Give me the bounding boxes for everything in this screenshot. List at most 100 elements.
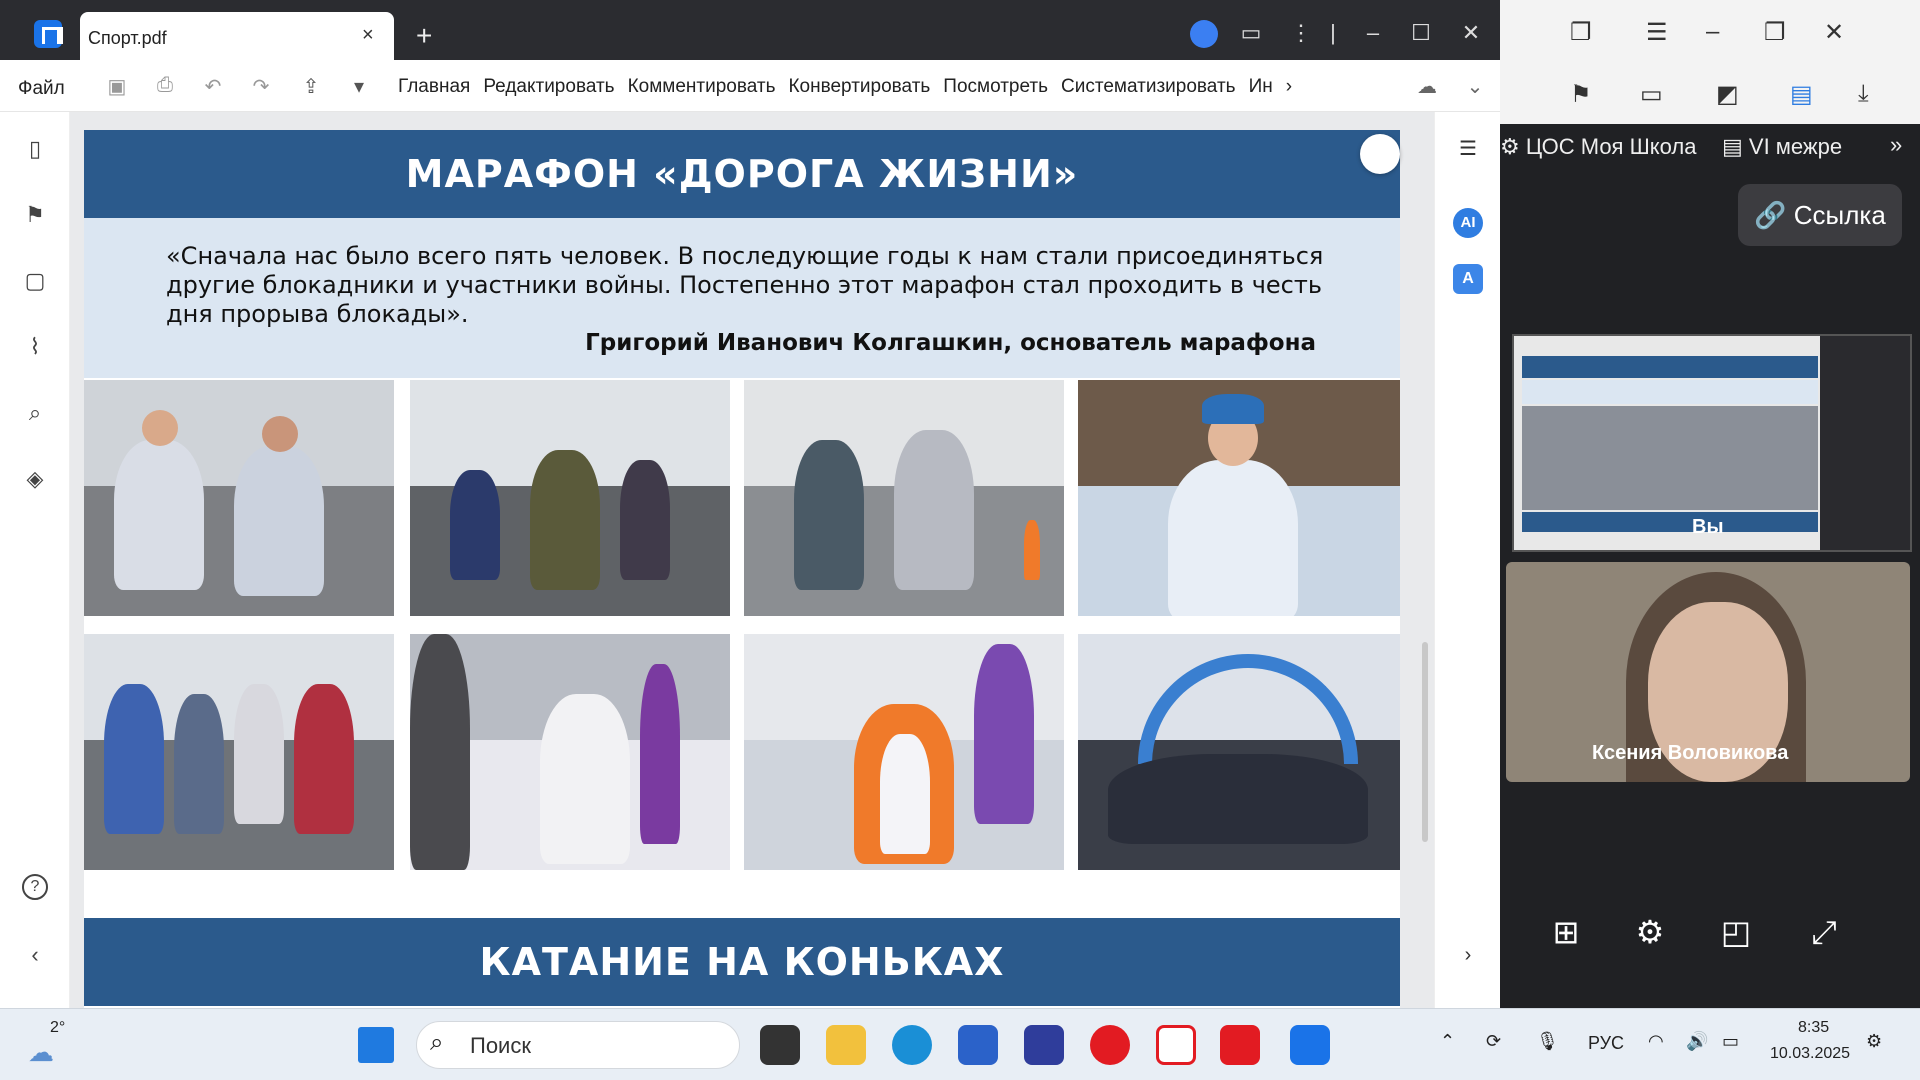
show-hidden-icons[interactable]: ⌃: [1440, 1031, 1455, 1052]
redo-icon[interactable]: ↷: [248, 74, 274, 100]
pdf-reader-taskbar-icon[interactable]: [1290, 1025, 1330, 1065]
menu-edit[interactable]: Редактировать: [483, 76, 614, 98]
clock-time[interactable]: 8:35: [1798, 1019, 1829, 1037]
quick-access-dropdown-icon[interactable]: ▾: [346, 74, 372, 100]
picture-in-picture-icon[interactable]: ◰: [1716, 912, 1756, 952]
app-logo-icon: [34, 20, 63, 48]
collections-icon[interactable]: ❐: [1570, 18, 1592, 47]
start-button-icon[interactable]: [358, 1027, 394, 1063]
share-icon[interactable]: ⇪: [298, 74, 324, 100]
wifi-icon[interactable]: ◠: [1648, 1031, 1664, 1052]
taskbar-search[interactable]: [416, 1021, 740, 1069]
more-options-icon[interactable]: ⋮: [1286, 18, 1316, 48]
pdf-reader-window: Спорт.pdf × + ▭ ⋮ | – ☐ ✕ Файл ▣ ⎙ ↶ ↷ ⇪…: [0, 0, 1500, 1008]
extension-icon[interactable]: ◩: [1716, 80, 1739, 109]
vertical-scrollbar[interactable]: [1422, 642, 1428, 842]
close-window-icon[interactable]: ✕: [1824, 18, 1844, 47]
title-bar: Спорт.pdf × + ▭ ⋮ | – ☐ ✕: [0, 0, 1500, 60]
maximize-icon[interactable]: ☐: [1406, 18, 1436, 48]
participant-name: Ксения Воловикова: [1592, 742, 1789, 764]
minimize-icon[interactable]: –: [1706, 18, 1719, 46]
document-canvas[interactable]: МАРАФОН «ДОРОГА ЖИЗНИ» «Сначала нас было…: [70, 112, 1434, 1008]
file-explorer-icon[interactable]: [826, 1025, 866, 1065]
thumbnails-icon[interactable]: ▯: [22, 136, 48, 162]
left-sidebar: ▯ ⚑ ▢ ⌇ ⌕ ◈ ? ‹: [0, 112, 70, 1008]
download-icon[interactable]: ⤓: [1858, 80, 1869, 108]
undo-icon[interactable]: ↶: [200, 74, 226, 100]
math-app-icon[interactable]: [1024, 1025, 1064, 1065]
menu-icon[interactable]: ☰: [1646, 18, 1668, 47]
bookmark-conference[interactable]: ▤ VI межре: [1722, 134, 1842, 160]
layout-grid-icon[interactable]: ⊞: [1546, 912, 1586, 952]
copy-link-button[interactable]: 🔗 Ссылка: [1738, 184, 1902, 246]
file-menu[interactable]: Файл: [18, 78, 65, 100]
ai-assistant-icon[interactable]: AI: [1453, 208, 1483, 238]
fullscreen-icon[interactable]: ⤢: [1804, 912, 1844, 952]
collapse-left-icon[interactable]: ‹: [22, 942, 48, 968]
battery-icon[interactable]: ▭: [1722, 1031, 1739, 1052]
expand-right-icon[interactable]: ›: [1453, 940, 1483, 970]
bookmark-icon[interactable]: ⚑: [1570, 80, 1592, 109]
minimize-icon[interactable]: –: [1358, 18, 1388, 48]
main-toolbar: Файл ▣ ⎙ ↶ ↷ ⇪ ▾ Главная Редактировать К…: [0, 60, 1500, 112]
menu-organize[interactable]: Систематизировать: [1061, 76, 1236, 98]
attachment-icon[interactable]: ⌇: [22, 334, 48, 360]
marathon-photo: [1078, 634, 1400, 870]
close-window-icon[interactable]: ✕: [1456, 18, 1486, 48]
translate-icon[interactable]: A: [1453, 264, 1483, 294]
restore-icon[interactable]: ❐: [1764, 18, 1786, 47]
marathon-photo: [744, 634, 1064, 870]
word-convert-icon[interactable]: [1360, 134, 1400, 174]
save-icon[interactable]: ▣: [104, 74, 130, 100]
clock-date[interactable]: 10.03.2025: [1770, 1045, 1850, 1063]
search-icon[interactable]: ⌕: [22, 400, 48, 426]
feedback-icon[interactable]: ▭: [1236, 18, 1266, 48]
new-tab-button[interactable]: +: [416, 20, 432, 52]
menu-comment[interactable]: Комментировать: [628, 76, 776, 98]
layers-icon[interactable]: ◈: [22, 466, 48, 492]
battery-icon[interactable]: ▭: [1640, 80, 1663, 109]
collapse-toolbar-icon[interactable]: ⌄: [1462, 74, 1488, 100]
yandex-browser-icon[interactable]: [1156, 1025, 1196, 1065]
bookmarks-more[interactable]: »: [1890, 132, 1902, 158]
menu-home[interactable]: Главная: [398, 76, 470, 98]
menu-convert[interactable]: Конвертировать: [788, 76, 930, 98]
taskbar: ☁ 2° ⌕ Поиск ⌃ ⟳ 🎙 РУС ◠ 🔊 ▭ 8:35 10.03.…: [0, 1008, 1920, 1080]
marathon-photo: [410, 380, 730, 616]
menu-more[interactable]: Ин: [1249, 76, 1273, 98]
input-language[interactable]: РУС: [1588, 1033, 1624, 1054]
tab-title: Спорт.pdf: [88, 28, 167, 48]
settings-gear-icon[interactable]: ⚙: [1630, 912, 1670, 952]
bookmark-icon[interactable]: ⚑: [22, 202, 48, 228]
pdf-page: МАРАФОН «ДОРОГА ЖИЗНИ» «Сначала нас было…: [84, 130, 1400, 1008]
bookmark-school[interactable]: ⚙ ЦОС Моя Школа: [1500, 134, 1696, 160]
video-call-panel: ❐ ☰ – ❐ ✕ ⚑ ▭ ◩ ▤ ⤓ ⚙ ЦОС Моя Школа ▤ VI…: [1500, 0, 1920, 1008]
search-icon: ⌕: [430, 1029, 444, 1056]
cloud-upload-icon[interactable]: ☁: [1414, 74, 1440, 100]
weather-icon[interactable]: ☁: [28, 1037, 54, 1068]
skating-banner: КАТАНИЕ НА КОНЬКАХ: [84, 918, 1400, 1006]
quote-text: «Сначала нас было всего пять человек. В …: [166, 242, 1324, 328]
account-icon[interactable]: [1190, 20, 1218, 48]
print-icon[interactable]: ⎙: [152, 74, 178, 100]
close-tab-icon[interactable]: ×: [362, 24, 374, 47]
opera-browser-icon[interactable]: [1090, 1025, 1130, 1065]
properties-sliders-icon[interactable]: ☰: [1453, 134, 1483, 164]
document-check-icon[interactable]: ▤: [1790, 80, 1813, 109]
microphone-icon[interactable]: 🎙: [1536, 1031, 1559, 1052]
quote-author: Григорий Иванович Колгашкин, основатель …: [585, 330, 1316, 356]
help-icon[interactable]: ?: [22, 874, 48, 900]
sync-icon[interactable]: ⟳: [1486, 1031, 1501, 1052]
yandex-app-icon[interactable]: [1220, 1025, 1260, 1065]
edge-browser-icon[interactable]: [892, 1025, 932, 1065]
search-placeholder: Поиск: [470, 1033, 531, 1058]
store-icon[interactable]: [958, 1025, 998, 1065]
self-label: Вы: [1692, 516, 1724, 538]
menu-scroll-right-icon[interactable]: ›: [1286, 76, 1292, 98]
comments-icon[interactable]: ▢: [22, 268, 48, 294]
task-view-icon[interactable]: [760, 1025, 800, 1065]
divider: |: [1330, 20, 1336, 45]
menu-view[interactable]: Посмотреть: [943, 76, 1048, 98]
notifications-icon[interactable]: ⚙: [1866, 1031, 1882, 1052]
volume-icon[interactable]: 🔊: [1686, 1031, 1708, 1052]
